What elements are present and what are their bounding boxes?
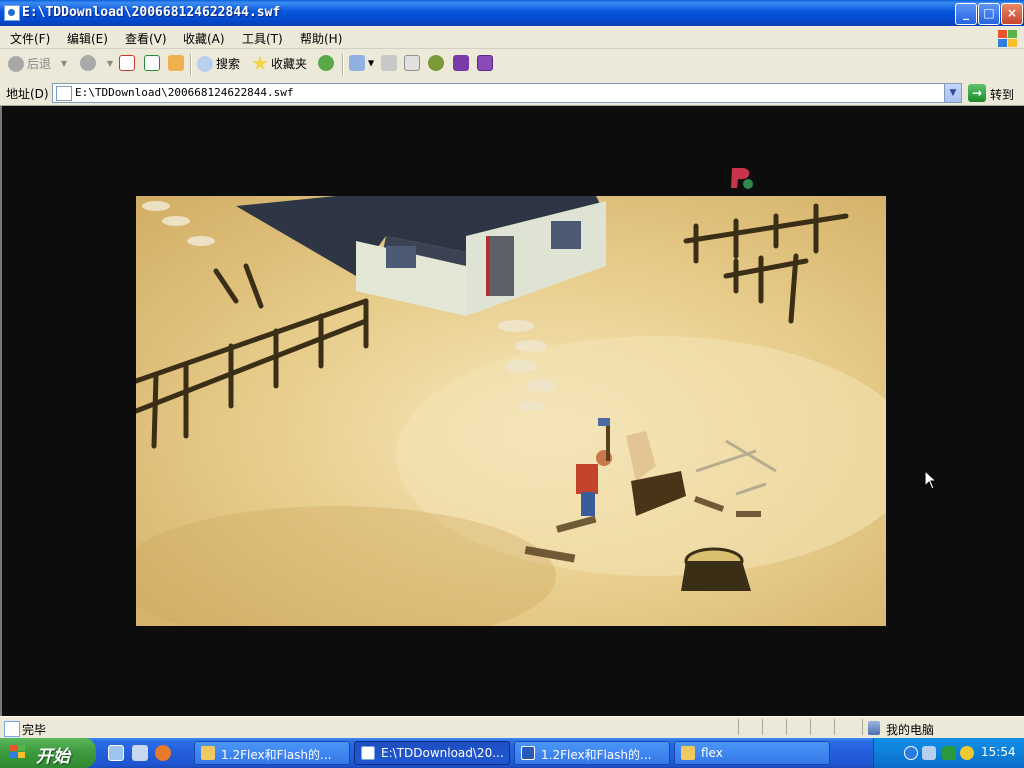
word-icon (521, 746, 535, 760)
tray-expand-icon[interactable] (904, 746, 918, 760)
go-arrow-icon: → (968, 84, 986, 102)
onenote-icon (453, 55, 469, 71)
status-divider (738, 719, 763, 735)
clock[interactable]: 15:54 (981, 745, 1016, 759)
forward-arrow-icon (80, 55, 96, 71)
p-logo-icon (731, 168, 753, 189)
window-title: E:\TDDownload\200668124622844.swf (22, 5, 281, 20)
forward-dropdown-icon[interactable]: ▼ (107, 59, 113, 68)
system-tray: 15:54 (873, 738, 1024, 768)
print-icon (381, 55, 397, 71)
favorites-label: 收藏夹 (271, 57, 308, 71)
back-dropdown-icon[interactable]: ▼ (61, 59, 67, 68)
r-app-icon[interactable] (942, 746, 956, 760)
back-arrow-icon (8, 55, 24, 72)
taskbar-item[interactable]: 1.2Flex和Flash的... (194, 741, 350, 765)
taskbar: 开始 1.2Flex和Flash的... E:\TDDownload\20...… (0, 738, 1024, 768)
mail-icon (349, 55, 365, 71)
start-label: 开始 (36, 747, 70, 767)
show-desktop-icon[interactable] (108, 745, 124, 761)
status-bar: 完毕 我的电脑 (0, 716, 1024, 739)
my-computer-icon (868, 721, 880, 735)
stop-button[interactable] (119, 55, 138, 75)
menu-favorites[interactable]: 收藏(A) (183, 30, 225, 47)
title-bar[interactable]: E:\TDDownload\200668124622844.swf _ □ × (0, 0, 1024, 26)
home-button[interactable] (168, 55, 187, 75)
status-divider (786, 719, 811, 735)
flash-animation-frame[interactable] (136, 196, 886, 626)
search-icon (197, 55, 213, 72)
menu-bar: 文件(F) 编辑(E) 查看(V) 收藏(A) 工具(T) 帮助(H) (0, 26, 1024, 49)
forward-button[interactable]: ▼ (80, 55, 113, 75)
taskbar-item-label: E:\TDDownload\20... (381, 746, 504, 760)
go-button[interactable]: → 转到 (966, 83, 1020, 103)
toolbar-divider (342, 54, 344, 76)
taskbar-item-label: flex (701, 746, 723, 760)
folder-icon (681, 746, 695, 760)
search-label: 搜索 (216, 57, 241, 71)
toolbar: 后退 ▼ ▼ 搜索 收藏夹 ▼ (0, 49, 1024, 82)
address-label: 地址(D) (6, 87, 49, 101)
ie-page-icon (4, 721, 20, 737)
menu-file[interactable]: 文件(F) (10, 30, 50, 47)
status-divider (810, 719, 835, 735)
edit-page-icon (404, 55, 420, 71)
discuss-button[interactable] (428, 55, 447, 75)
ie-icon (4, 5, 20, 21)
stop-icon (119, 55, 135, 71)
flash-scene-illustration (136, 196, 886, 626)
print-button[interactable] (381, 55, 400, 75)
taskbar-item-label: 1.2Flex和Flash的... (541, 748, 652, 762)
menu-tools[interactable]: 工具(T) (242, 30, 283, 47)
windows-flag-icon (10, 745, 28, 761)
toolbar-divider (190, 54, 192, 76)
close-button[interactable]: × (1001, 3, 1023, 25)
status-divider (834, 719, 859, 735)
address-value[interactable]: E:\TDDownload\200668124622844.swf (75, 86, 294, 99)
onenote-button[interactable] (453, 55, 472, 75)
taskbar-item[interactable]: 1.2Flex和Flash的... (514, 741, 670, 765)
menu-view[interactable]: 查看(V) (125, 30, 167, 47)
start-button[interactable]: 开始 (0, 738, 96, 768)
page-icon (56, 86, 72, 101)
menu-edit[interactable]: 编辑(E) (67, 30, 108, 47)
status-divider (762, 719, 787, 735)
search-button[interactable]: 搜索 (197, 55, 240, 75)
go-label: 转到 (990, 88, 1015, 102)
taskbar-item-label: 1.2Flex和Flash的... (221, 748, 332, 762)
folder-icon (201, 746, 215, 760)
address-dropdown-icon[interactable]: ▼ (944, 84, 961, 102)
onenote-send-button[interactable] (477, 55, 496, 75)
security-zone: 我的电脑 (886, 723, 935, 737)
star-icon (252, 55, 268, 71)
mail-dropdown-icon: ▼ (368, 58, 375, 68)
minimize-button[interactable]: _ (955, 3, 977, 25)
firefox-icon[interactable] (155, 745, 171, 761)
network-icon[interactable] (922, 746, 936, 760)
history-button[interactable] (318, 55, 337, 75)
mouse-cursor-icon (924, 470, 938, 490)
address-input[interactable]: E:\TDDownload\200668124622844.swf ▼ (52, 83, 962, 103)
taskbar-item[interactable]: E:\TDDownload\20... (354, 741, 510, 765)
refresh-button[interactable] (144, 55, 163, 75)
ie-icon (361, 746, 375, 760)
back-label: 后退 (27, 57, 52, 71)
menu-help[interactable]: 帮助(H) (300, 30, 342, 47)
maximize-button[interactable]: □ (978, 3, 1000, 25)
back-button[interactable]: 后退 ▼ (8, 55, 67, 75)
media-player-icon[interactable] (132, 745, 148, 761)
address-bar: 地址(D) E:\TDDownload\200668124622844.swf … (0, 81, 1024, 106)
history-icon (318, 55, 334, 71)
favorites-button[interactable]: 收藏夹 (252, 55, 307, 75)
onenote-send-icon (477, 55, 493, 71)
discuss-icon (428, 55, 444, 71)
mail-button[interactable]: ▼ (349, 55, 374, 75)
windows-logo-icon (990, 27, 1020, 47)
status-text: 完毕 (22, 723, 47, 737)
edit-button[interactable] (404, 55, 423, 75)
refresh-icon (144, 55, 160, 71)
home-icon (168, 55, 184, 71)
security-shield-icon[interactable] (960, 746, 974, 760)
taskbar-item[interactable]: flex (674, 741, 830, 765)
